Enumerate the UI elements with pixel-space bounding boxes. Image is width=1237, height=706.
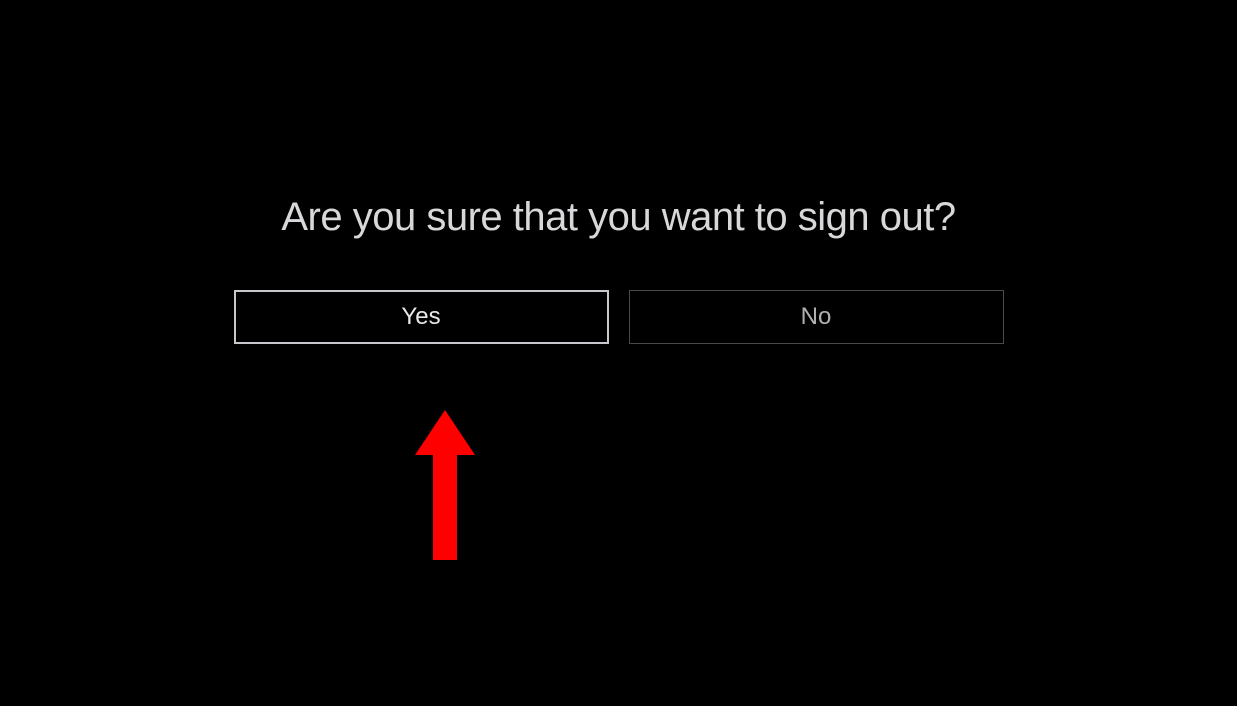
yes-button[interactable]: Yes — [234, 290, 609, 344]
annotation-arrow-icon — [405, 400, 485, 580]
button-row: Yes No — [234, 290, 1004, 344]
no-button[interactable]: No — [629, 290, 1004, 344]
dialog-title: Are you sure that you want to sign out? — [281, 195, 955, 240]
signout-confirmation-dialog: Are you sure that you want to sign out? … — [159, 195, 1079, 344]
